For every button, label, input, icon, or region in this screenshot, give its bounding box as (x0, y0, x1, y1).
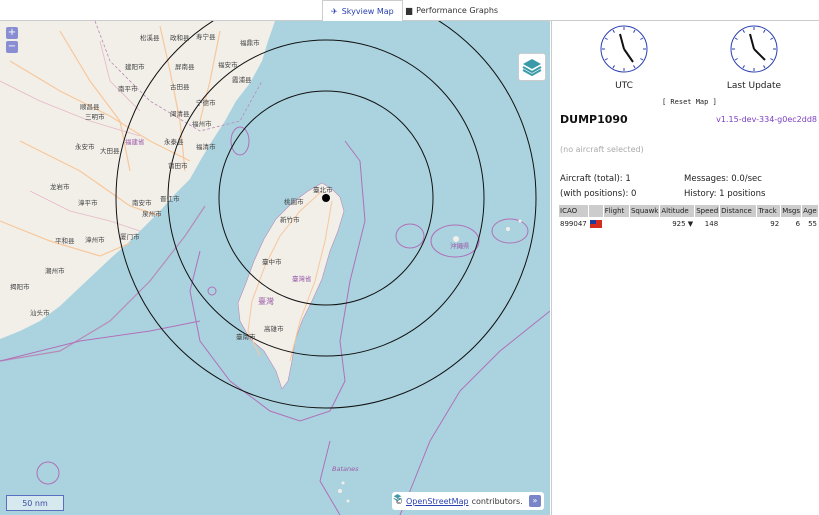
cell-flight (604, 218, 629, 230)
map-label: 三明市 (85, 113, 105, 121)
altitude-descending-icon: ▼ (687, 220, 694, 228)
map-label: 南平市 (118, 85, 138, 93)
zoom-in-button[interactable]: + (6, 27, 18, 39)
cell-squawk (630, 218, 659, 230)
map-label: 永泰县 (164, 138, 184, 146)
col-squawk[interactable]: Squawk (629, 205, 660, 217)
map-label: 福建省 (125, 138, 145, 146)
map-attribution: © OpenStreetMap contributors. » (392, 492, 544, 510)
map-label: 政和县 (170, 34, 190, 42)
map-label: 晋江市 (160, 195, 180, 203)
aircraft-total: Aircraft (total): 1 (560, 174, 631, 184)
tab-bar: ✈ Skyview Map ▆ Performance Graphs (0, 0, 819, 22)
map-label: 厦门市 (120, 233, 140, 241)
map-label: 古田县 (170, 83, 190, 91)
map-label: 松溪县 (140, 34, 160, 42)
cell-track: 92 (770, 220, 780, 228)
layers-icon (393, 494, 402, 502)
map-label: 汕头市 (30, 309, 50, 317)
cell-speed: 148 (704, 220, 719, 228)
attribution-suffix: contributors. (471, 496, 523, 506)
map-view[interactable]: 松溪县 政和县 寿宁县 福鼎市 建阳市 屏南县 福安市 霞浦县 南平市 古田县 … (0, 21, 550, 515)
map-label: 霞浦县 (232, 76, 252, 84)
col-msgs[interactable]: Msgs (781, 205, 802, 217)
map-label: 泉州市 (142, 210, 162, 218)
map-label: 臺北市 (313, 186, 333, 194)
cell-msgs: 6 (795, 220, 801, 228)
col-altitude[interactable]: Altitude (660, 205, 695, 217)
map-label: 平和县 (55, 237, 75, 245)
map-label: 漳州市 (85, 236, 105, 244)
map-label: 桃園市 (284, 198, 304, 206)
aircraft-table-header: ICAO Flight Squawk Altitude Speed Distan… (559, 205, 818, 217)
tab-skyview-map-label: Skyview Map (341, 6, 394, 16)
map-label: 龙岩市 (50, 183, 70, 191)
sidebar: UTC Last Update [ Reset Map ] DUMP1090 v… (551, 21, 819, 515)
last-update-clock-label: Last Update (726, 81, 782, 91)
col-icao[interactable]: ICAO (559, 205, 588, 217)
last-update-clock-icon (730, 25, 778, 73)
messages-rate: Messages: 0.0/sec (684, 174, 762, 184)
map-label: 福州市 (192, 120, 212, 128)
aircraft-table: ICAO Flight Squawk Altitude Speed Distan… (558, 204, 819, 231)
map-label: 莆田市 (168, 162, 188, 170)
cell-distance (720, 218, 756, 230)
chart-icon: ▆ (406, 5, 413, 15)
utc-clock-label: UTC (615, 81, 633, 91)
map-label: 顺昌县 (80, 103, 100, 111)
map-label: 新竹市 (280, 216, 300, 224)
map-label: 屏南县 (175, 63, 195, 71)
map-canvas (0, 21, 550, 515)
map-label: 漳平市 (78, 199, 98, 207)
col-distance[interactable]: Distance (720, 205, 757, 217)
map-label: 寿宁县 (196, 33, 216, 41)
map-label: 永安市 (75, 143, 95, 151)
no-aircraft-selected: (no aircraft selected) (560, 145, 644, 154)
map-label: 南安市 (132, 199, 152, 207)
cell-altitude: 925 (672, 220, 686, 228)
version-link[interactable]: v1.15-dev-334-g0ec2dd8 (716, 115, 817, 124)
col-flag[interactable] (588, 205, 603, 217)
utc-clock-icon (600, 25, 648, 73)
map-label: 臺南市 (236, 333, 256, 341)
aircraft-with-positions: (with positions): 0 (560, 189, 637, 199)
tab-performance-graphs[interactable]: ▆ Performance Graphs (398, 0, 506, 20)
zoom-out-button[interactable]: − (6, 41, 18, 53)
reset-map-button[interactable]: [ Reset Map ] (662, 98, 717, 106)
col-flight[interactable]: Flight (603, 205, 629, 217)
map-label: 臺中市 (262, 258, 282, 266)
map-label: 建阳市 (125, 63, 145, 71)
openstreetmap-link[interactable]: OpenStreetMap (406, 497, 469, 506)
col-age[interactable]: Age (802, 205, 818, 217)
map-label: 福鼎市 (240, 39, 260, 47)
map-label: 臺灣 (258, 297, 274, 306)
receiver-site-marker (322, 194, 330, 202)
map-label: 揭阳市 (10, 283, 30, 291)
map-label: 沖繩県 (450, 242, 470, 250)
app-title: DUMP1090 (560, 113, 628, 126)
map-label: 闽清县 (170, 110, 190, 118)
col-track[interactable]: Track (757, 205, 781, 217)
cell-icao: 899047 (560, 220, 587, 228)
col-speed[interactable]: Speed (695, 205, 720, 217)
map-label: 福安市 (218, 61, 238, 69)
map-label: 潮州市 (45, 267, 65, 275)
layer-switcher-button[interactable] (518, 53, 546, 81)
history-positions: History: 1 positions (684, 189, 766, 199)
taiwan-flag-icon (589, 220, 602, 228)
cell-age: 55 (808, 220, 817, 228)
map-label: 臺灣省 (292, 275, 312, 283)
tab-performance-graphs-label: Performance Graphs (416, 5, 499, 15)
table-row[interactable]: 899047 925 ▼ 148 92 6 55 (559, 218, 818, 230)
tab-skyview-map[interactable]: ✈ Skyview Map (322, 0, 403, 22)
map-label: 高雄市 (264, 325, 284, 333)
scale-bar: 50 nm (6, 495, 64, 511)
layers-icon (522, 59, 542, 77)
map-label: Batanes (332, 465, 359, 473)
attribution-toggle-button[interactable]: » (529, 495, 541, 507)
plane-icon: ✈ (331, 6, 338, 16)
map-label: 大田县 (100, 147, 120, 155)
map-label: 宁德市 (196, 99, 216, 107)
map-label: 福清市 (196, 143, 216, 151)
